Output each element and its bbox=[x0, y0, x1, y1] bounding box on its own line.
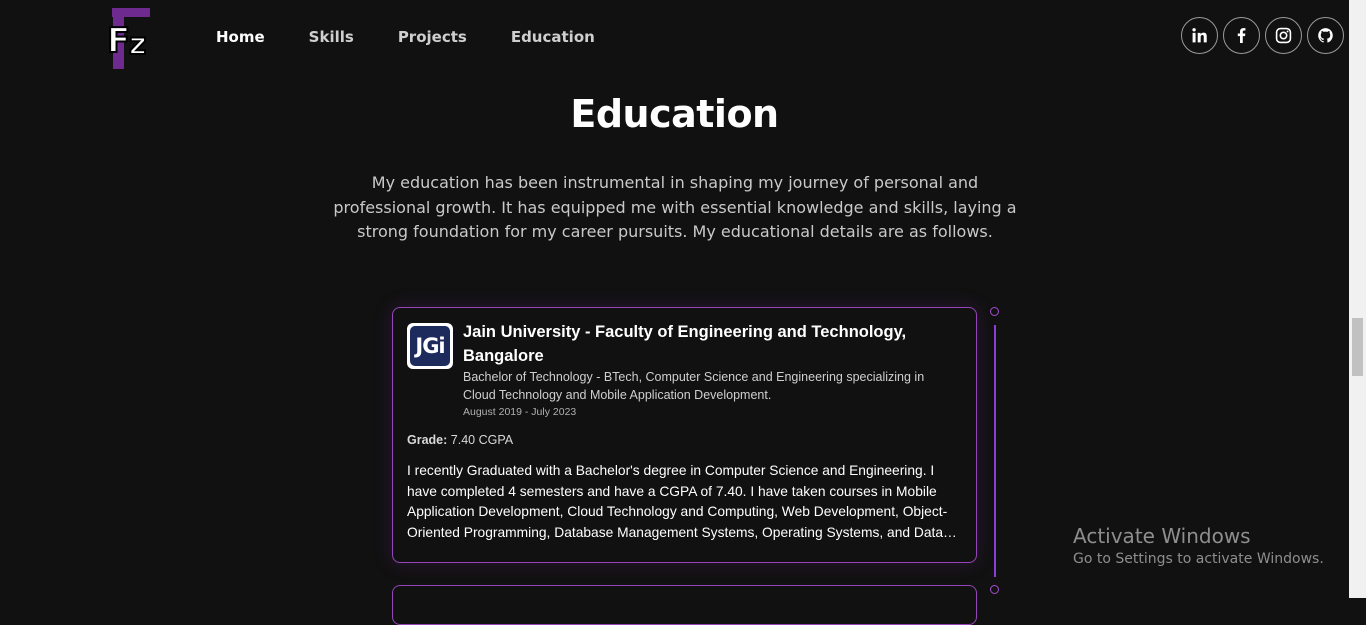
timeline-dot bbox=[990, 585, 999, 594]
degree: Bachelor of Technology - BTech, Computer… bbox=[463, 370, 925, 402]
education-card: JGi Jain University - Faculty of Enginee… bbox=[392, 307, 977, 563]
nav-link-skills[interactable]: Skills bbox=[309, 28, 354, 46]
social-links bbox=[1181, 17, 1344, 54]
github-icon bbox=[1318, 28, 1333, 43]
github-button[interactable] bbox=[1307, 17, 1344, 54]
nav-link-education[interactable]: Education bbox=[511, 28, 595, 46]
facebook-icon bbox=[1237, 28, 1246, 43]
nav-link-home[interactable]: Home bbox=[216, 28, 265, 46]
grade-value: 7.40 CGPA bbox=[450, 433, 514, 447]
timeline-line bbox=[994, 325, 996, 577]
instagram-icon bbox=[1275, 27, 1292, 44]
grade-label: Grade: bbox=[407, 433, 448, 447]
site-logo[interactable]: F z bbox=[104, 6, 158, 70]
university-logo: JGi bbox=[407, 323, 453, 369]
nav-links: Home Skills Projects Education bbox=[216, 28, 639, 46]
svg-text:z: z bbox=[129, 27, 146, 62]
section-description: My education has been instrumental in sh… bbox=[333, 173, 1017, 241]
instagram-button[interactable] bbox=[1265, 17, 1302, 54]
svg-text:F: F bbox=[107, 21, 130, 61]
date-range: August 2019 - July 2023 bbox=[463, 406, 577, 418]
navbar: F z Home Skills Projects Education bbox=[0, 0, 1349, 75]
timeline-dot bbox=[990, 307, 999, 316]
linkedin-button[interactable] bbox=[1181, 17, 1218, 54]
watermark-title: Activate Windows bbox=[1073, 524, 1251, 548]
education-card bbox=[392, 585, 977, 625]
scrollbar-thumb[interactable] bbox=[1352, 318, 1363, 376]
section-title: Education bbox=[570, 92, 779, 136]
facebook-button[interactable] bbox=[1223, 17, 1260, 54]
institution-name: Jain University - Faculty of Engineering… bbox=[463, 323, 907, 365]
scrollbar[interactable] bbox=[1349, 0, 1366, 598]
nav-link-projects[interactable]: Projects bbox=[398, 28, 467, 46]
grade: Grade: 7.40 CGPA bbox=[407, 433, 513, 447]
windows-watermark: Activate Windows Go to Settings to activ… bbox=[1073, 524, 1324, 567]
education-description: I recently Graduated with a Bachelor's d… bbox=[407, 463, 957, 540]
linkedin-icon bbox=[1192, 28, 1207, 43]
watermark-subtitle: Go to Settings to activate Windows. bbox=[1073, 551, 1324, 567]
